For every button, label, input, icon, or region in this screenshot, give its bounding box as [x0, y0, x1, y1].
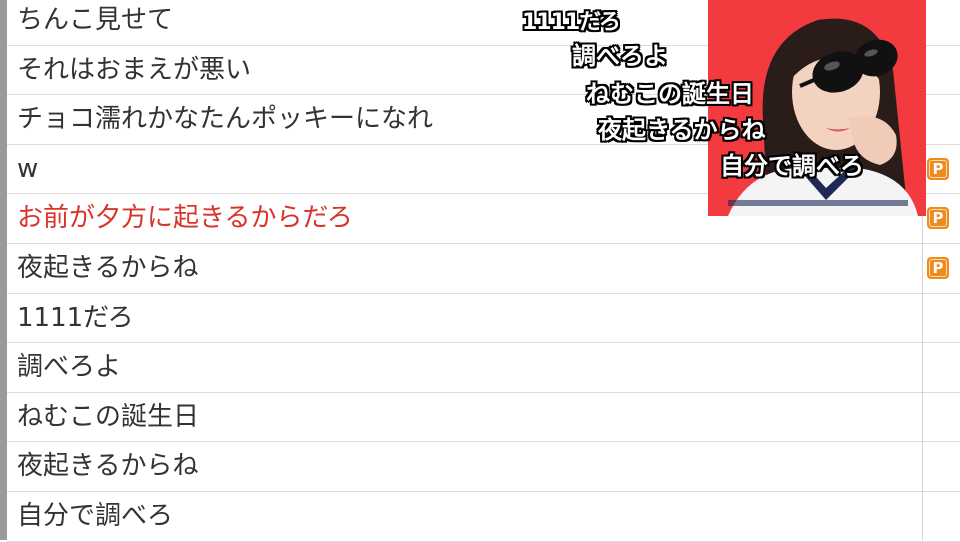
comment-text: ちんこ見せて — [17, 5, 174, 35]
list-left-border — [0, 0, 7, 540]
comment-row[interactable]: 夜起きるからね P — [7, 244, 960, 294]
premium-badge-icon: P — [927, 256, 949, 279]
comment-text: 調べろよ — [17, 352, 122, 383]
comment-row[interactable]: 1111だろ — [7, 294, 960, 344]
comment-text: それはおまえが悪い — [17, 54, 252, 85]
comment-text: お前が夕方に起きるからだろ — [17, 203, 353, 234]
overlay-comment: 自分で調べろ — [720, 152, 864, 180]
comment-text: ねむこの誕生日 — [17, 401, 200, 432]
overlay-comment: ねむこの誕生日 — [586, 80, 754, 108]
premium-badge-icon: P — [927, 157, 949, 180]
overlay-comment: 夜起きるからね — [598, 116, 766, 144]
comment-text: チョコ濡れかなたんポッキーになれ — [17, 104, 434, 135]
overlay-comment: 1111だろ — [522, 10, 621, 35]
comment-row[interactable]: 自分で調べろ — [7, 492, 960, 542]
comment-text: w — [17, 153, 39, 184]
overlay-comment: 調べろよ — [572, 42, 668, 70]
comment-row[interactable]: ねむこの誕生日 — [7, 393, 960, 443]
comment-text: 夜起きるからね — [17, 252, 199, 283]
comment-text: 1111だろ — [17, 302, 134, 333]
comment-row[interactable]: 調べろよ — [7, 343, 960, 393]
comment-text: 自分で調べろ — [17, 500, 174, 531]
comment-row[interactable]: 夜起きるからね — [7, 442, 960, 492]
comment-text: 夜起きるからね — [17, 451, 199, 482]
premium-badge-icon: P — [927, 207, 949, 230]
